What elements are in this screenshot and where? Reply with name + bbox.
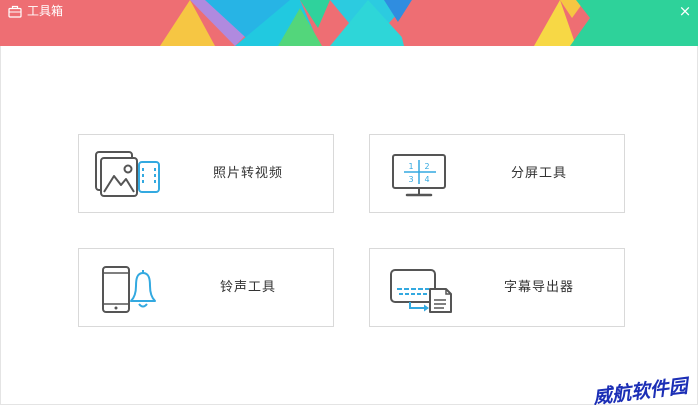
title-bar-background [0,0,698,46]
photo-to-video-label: 照片转视频 [212,166,283,181]
subtitle-exporter-label: 字幕导出器 [503,280,574,295]
ringtone-phone-bell-icon [102,266,156,313]
ringtone-tool-button[interactable]: 铃声工具 [78,248,334,327]
photo-to-video-icon [95,151,160,197]
window-title: 工具箱 [27,4,64,18]
split-panel-number: 4 [424,175,429,184]
split-panel-number: 1 [408,162,413,171]
subtitle-exporter-button[interactable]: 字幕导出器 [369,248,625,327]
split-screen-button[interactable]: 1 2 3 4 分屏工具 [369,134,625,213]
split-screen-label: 分屏工具 [510,166,567,181]
watermark-text: 威航软件园 [591,375,689,405]
split-panel-number: 3 [408,175,413,184]
close-button[interactable]: × [676,2,694,20]
split-panel-number: 2 [424,162,429,171]
split-screen-monitor-icon: 1 2 3 4 [392,154,446,197]
ringtone-tool-label: 铃声工具 [219,280,276,295]
subtitle-export-icon [390,269,452,313]
photo-to-video-button[interactable]: 照片转视频 [78,134,334,213]
toolbox-icon [8,5,22,18]
title-bar: 工具箱 × [0,0,698,46]
tool-panel: 照片转视频 1 2 3 4 分屏工具 铃声工具 字幕导出器 威航软件园 [0,46,698,405]
